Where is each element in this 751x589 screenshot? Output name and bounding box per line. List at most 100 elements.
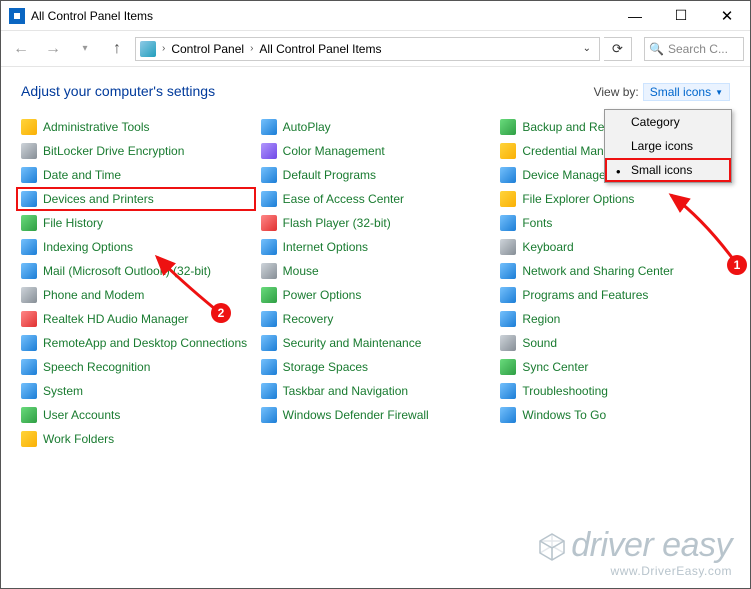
globe-icon: [261, 239, 277, 255]
title-bar: All Control Panel Items — ☐ ✕: [1, 1, 750, 31]
cp-item-indexing[interactable]: Indexing Options: [21, 239, 251, 255]
recent-locations-button[interactable]: ▾: [71, 35, 99, 63]
content-area: Adjust your computer's settings View by:…: [1, 67, 750, 588]
cp-item-network-sharing[interactable]: Network and Sharing Center: [500, 263, 730, 279]
printer-icon: [21, 191, 37, 207]
cp-item-firewall[interactable]: Windows Defender Firewall: [261, 407, 491, 423]
cp-item-bitlocker[interactable]: BitLocker Drive Encryption: [21, 143, 251, 159]
cp-item-internet-options[interactable]: Internet Options: [261, 239, 491, 255]
view-by-control: View by: Small icons ▼: [594, 83, 730, 101]
audio-icon: [21, 311, 37, 327]
chevron-right-icon[interactable]: ›: [160, 43, 167, 54]
history-icon: [21, 215, 37, 231]
recovery-icon: [261, 311, 277, 327]
view-by-current: Small icons: [650, 85, 711, 99]
sound-icon: [500, 335, 516, 351]
view-by-menu: Category Large icons Small icons: [604, 109, 732, 183]
search-input[interactable]: 🔍 Search C...: [644, 37, 744, 61]
chevron-right-icon[interactable]: ›: [248, 43, 255, 54]
cp-item-speech[interactable]: Speech Recognition: [21, 359, 251, 375]
region-icon: [500, 311, 516, 327]
menu-item-small-icons[interactable]: Small icons: [605, 158, 731, 182]
address-dropdown-icon[interactable]: ⌄: [579, 43, 595, 54]
search-index-icon: [21, 239, 37, 255]
cp-item-region[interactable]: Region: [500, 311, 730, 327]
cp-item-storage-spaces[interactable]: Storage Spaces: [261, 359, 491, 375]
menu-item-category[interactable]: Category: [605, 110, 731, 134]
cp-item-remoteapp[interactable]: RemoteApp and Desktop Connections: [21, 335, 251, 351]
up-button[interactable]: ↑: [103, 35, 131, 63]
toolbar: ← → ▾ ↑ › Control Panel › All Control Pa…: [1, 31, 750, 67]
mouse-icon: [261, 263, 277, 279]
cp-item-taskbar[interactable]: Taskbar and Navigation: [261, 383, 491, 399]
backup-icon: [500, 119, 516, 135]
minimize-button[interactable]: —: [612, 1, 658, 31]
device-icon: [500, 167, 516, 183]
breadcrumb-segment[interactable]: All Control Panel Items: [259, 42, 381, 56]
cp-item-file-history[interactable]: File History: [21, 215, 251, 231]
cp-item-mouse[interactable]: Mouse: [261, 263, 491, 279]
cp-item-recovery[interactable]: Recovery: [261, 311, 491, 327]
maximize-button[interactable]: ☐: [658, 1, 704, 31]
window-controls: — ☐ ✕: [612, 1, 750, 31]
microphone-icon: [21, 359, 37, 375]
cp-item-sound[interactable]: Sound: [500, 335, 730, 351]
grid-column: Administrative Tools BitLocker Drive Enc…: [21, 119, 251, 447]
cp-item-mail[interactable]: Mail (Microsoft Outlook) (32-bit): [21, 263, 251, 279]
cp-item-file-explorer-options[interactable]: File Explorer Options: [500, 191, 730, 207]
app-icon: [9, 8, 25, 24]
cp-item-administrative-tools[interactable]: Administrative Tools: [21, 119, 251, 135]
cp-item-devices-printers[interactable]: Devices and Printers: [19, 190, 253, 208]
back-button[interactable]: ←: [7, 35, 35, 63]
page-heading-row: Adjust your computer's settings View by:…: [21, 83, 730, 101]
flag-icon: [261, 335, 277, 351]
cp-item-work-folders[interactable]: Work Folders: [21, 431, 251, 447]
search-placeholder: Search C...: [668, 42, 728, 56]
cp-item-autoplay[interactable]: AutoPlay: [261, 119, 491, 135]
folder-options-icon: [500, 191, 516, 207]
view-by-dropdown[interactable]: Small icons ▼: [643, 83, 730, 101]
programs-icon: [261, 167, 277, 183]
refresh-button[interactable]: ⟳: [604, 37, 632, 61]
taskbar-icon: [261, 383, 277, 399]
accessibility-icon: [261, 191, 277, 207]
cp-item-security-maintenance[interactable]: Security and Maintenance: [261, 335, 491, 351]
user-icon: [21, 407, 37, 423]
cp-item-system[interactable]: System: [21, 383, 251, 399]
cp-item-fonts[interactable]: Fonts: [500, 215, 730, 231]
view-by-label: View by:: [594, 85, 639, 99]
sync-icon: [500, 359, 516, 375]
annotation-badge-1: 1: [727, 255, 747, 275]
fonts-icon: [500, 215, 516, 231]
keyboard-icon: [500, 239, 516, 255]
troubleshoot-icon: [500, 383, 516, 399]
autoplay-icon: [261, 119, 277, 135]
shield-icon: [261, 407, 277, 423]
programs-features-icon: [500, 287, 516, 303]
folder-icon: [21, 431, 37, 447]
breadcrumb-segment[interactable]: Control Panel: [171, 42, 244, 56]
tools-icon: [21, 119, 37, 135]
cp-item-troubleshooting[interactable]: Troubleshooting: [500, 383, 730, 399]
cp-item-phone-modem[interactable]: Phone and Modem: [21, 287, 251, 303]
cp-item-power-options[interactable]: Power Options: [261, 287, 491, 303]
cp-item-programs-features[interactable]: Programs and Features: [500, 287, 730, 303]
cp-item-keyboard[interactable]: Keyboard: [500, 239, 730, 255]
close-button[interactable]: ✕: [704, 1, 750, 31]
chevron-down-icon: ▼: [715, 88, 723, 97]
cp-item-color-management[interactable]: Color Management: [261, 143, 491, 159]
cp-item-default-programs[interactable]: Default Programs: [261, 167, 491, 183]
color-icon: [261, 143, 277, 159]
address-bar[interactable]: › Control Panel › All Control Panel Item…: [135, 37, 600, 61]
cp-item-date-time[interactable]: Date and Time: [21, 167, 251, 183]
cp-item-windows-to-go[interactable]: Windows To Go: [500, 407, 730, 423]
cp-item-user-accounts[interactable]: User Accounts: [21, 407, 251, 423]
clock-icon: [21, 167, 37, 183]
window-title: All Control Panel Items: [31, 9, 612, 23]
forward-button[interactable]: →: [39, 35, 67, 63]
cp-item-flash-player[interactable]: Flash Player (32-bit): [261, 215, 491, 231]
cp-item-sync-center[interactable]: Sync Center: [500, 359, 730, 375]
cp-item-ease-of-access[interactable]: Ease of Access Center: [261, 191, 491, 207]
windows-to-go-icon: [500, 407, 516, 423]
menu-item-large-icons[interactable]: Large icons: [605, 134, 731, 158]
